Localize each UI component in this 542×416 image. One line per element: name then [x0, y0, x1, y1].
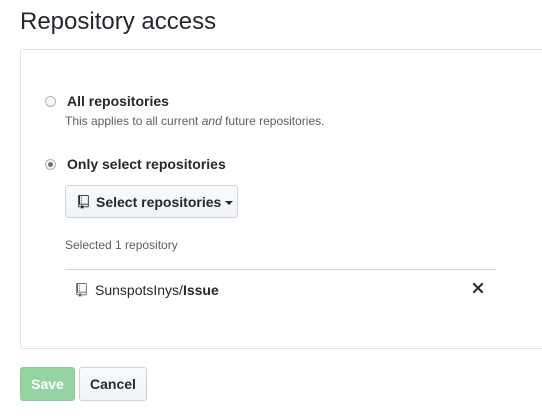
repo-icon	[78, 194, 89, 209]
option-only-select-repositories[interactable]: Only select repositories	[45, 156, 226, 172]
option-all-repositories[interactable]: All repositories	[45, 93, 169, 109]
repository-access-page: Repository access All repositories This …	[0, 0, 542, 416]
caret-down-icon	[225, 200, 234, 205]
select-repositories-button[interactable]: Select repositories	[65, 185, 238, 218]
cancel-button[interactable]: Cancel	[79, 367, 147, 401]
all-repositories-radio[interactable]	[45, 95, 56, 107]
selected-count: Selected 1 repository	[65, 238, 178, 252]
select-repositories-label: Select repositories	[96, 193, 222, 210]
list-item: SunspotsInys/Issue	[65, 270, 496, 310]
repository-name: SunspotsInys/Issue	[95, 282, 219, 298]
page-title: Repository access	[20, 8, 217, 35]
only-select-repositories-label[interactable]: Only select repositories	[67, 156, 226, 172]
only-select-repositories-radio[interactable]	[45, 158, 56, 170]
repo-icon	[76, 283, 87, 297]
selected-repository-list: SunspotsInys/Issue	[65, 269, 496, 310]
all-repositories-note: This applies to all current and future r…	[65, 114, 325, 128]
close-icon[interactable]	[470, 280, 486, 296]
save-button[interactable]: Save	[20, 367, 75, 401]
all-repositories-label[interactable]: All repositories	[67, 93, 169, 109]
access-panel: All repositories This applies to all cur…	[20, 49, 542, 349]
